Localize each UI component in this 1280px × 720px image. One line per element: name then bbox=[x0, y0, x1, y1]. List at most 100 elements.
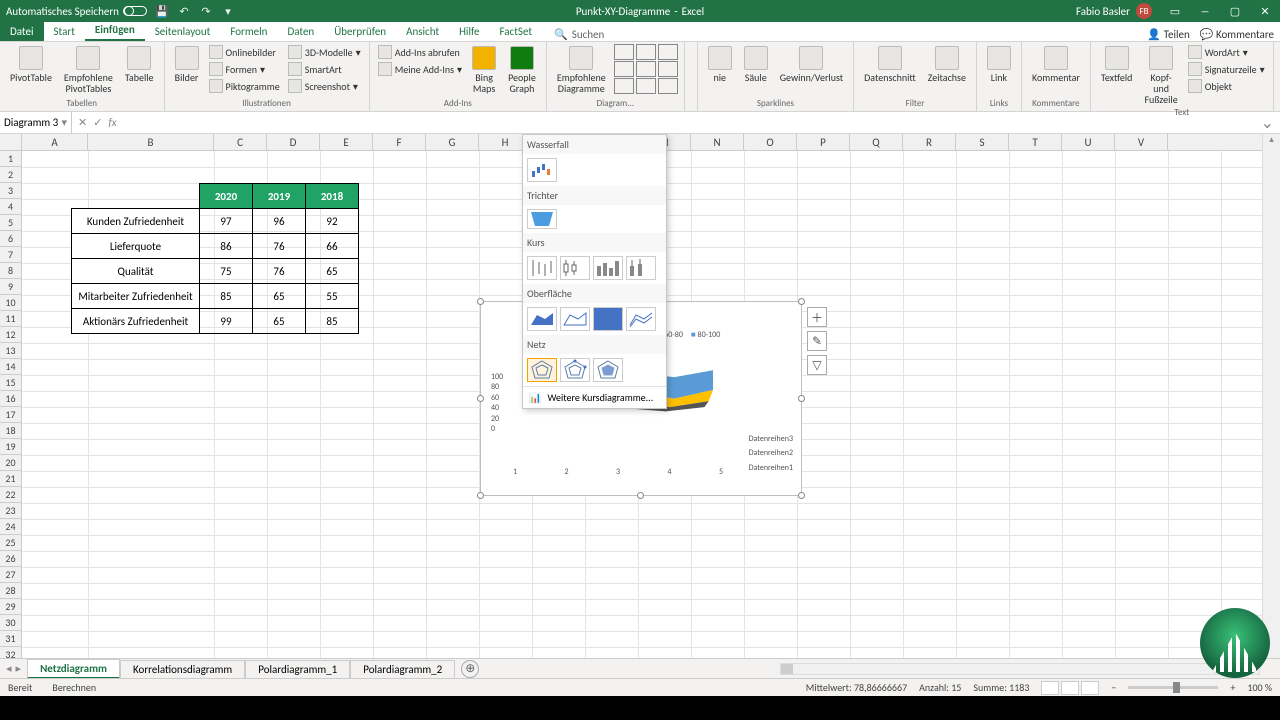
zoom-slider[interactable] bbox=[1128, 686, 1218, 689]
tab-ueberpruefen[interactable]: Überprüfen bbox=[324, 22, 396, 41]
more-charts-link[interactable]: 📊Weitere Kursdiagramme... bbox=[523, 386, 666, 408]
get-addins-button[interactable]: Add-Ins abrufen bbox=[376, 44, 462, 60]
wordart-button[interactable]: WordArt ▾ bbox=[1186, 44, 1250, 60]
row-header-26[interactable]: 26 bbox=[0, 551, 21, 567]
row-header-22[interactable]: 22 bbox=[0, 487, 21, 503]
sheet-polar-1[interactable]: Polardiagramm_1 bbox=[245, 660, 350, 678]
surface-thumb-3[interactable] bbox=[593, 307, 623, 331]
col-header-A[interactable]: A bbox=[22, 134, 88, 150]
sheet-next-icon[interactable]: ▸ bbox=[16, 662, 22, 675]
row-header-8[interactable]: 8 bbox=[0, 263, 21, 279]
row-qualitaet[interactable]: Qualität bbox=[72, 259, 200, 284]
row-header-20[interactable]: 20 bbox=[0, 455, 21, 471]
rec-pivot-button[interactable]: Empfohlene PivotTables bbox=[60, 44, 117, 96]
row-mitarbeiter[interactable]: Mitarbeiter Zufriedenheit bbox=[72, 284, 200, 309]
pictures-button[interactable]: Bilder bbox=[171, 44, 203, 85]
row-header-28[interactable]: 28 bbox=[0, 583, 21, 599]
row-header-9[interactable]: 9 bbox=[0, 279, 21, 295]
view-pagebreak-icon[interactable] bbox=[1081, 681, 1099, 695]
row-header-14[interactable]: 14 bbox=[0, 359, 21, 375]
col-header-R[interactable]: R bbox=[903, 134, 956, 150]
row-liefer[interactable]: Lieferquote bbox=[72, 234, 200, 259]
row-header-13[interactable]: 13 bbox=[0, 343, 21, 359]
row-kunden[interactable]: Kunden Zufriedenheit bbox=[72, 209, 200, 234]
fx-icon[interactable]: fx bbox=[108, 116, 120, 129]
row-header-11[interactable]: 11 bbox=[0, 311, 21, 327]
row-header-10[interactable]: 10 bbox=[0, 295, 21, 311]
radar-thumb-1[interactable] bbox=[527, 358, 557, 382]
row-header-31[interactable]: 31 bbox=[0, 631, 21, 647]
surface-thumb-2[interactable] bbox=[560, 307, 590, 331]
col-header-F[interactable]: F bbox=[373, 134, 426, 150]
waterfall-thumb[interactable] bbox=[527, 158, 557, 182]
shapes-button[interactable]: Formen ▾ bbox=[207, 61, 267, 77]
chart-map-icon[interactable] bbox=[614, 78, 634, 94]
surface-thumb-4[interactable] bbox=[626, 307, 656, 331]
row-header-21[interactable]: 21 bbox=[0, 471, 21, 487]
autosave-toggle[interactable]: Automatisches Speichern bbox=[6, 5, 147, 18]
share-button[interactable]: 👤 Teilen bbox=[1147, 28, 1189, 41]
link-button[interactable]: Link bbox=[983, 44, 1015, 85]
add-sheet-button[interactable]: ⊕ bbox=[461, 660, 479, 678]
header-footer-button[interactable]: Kopf- und Fußzeile bbox=[1140, 44, 1181, 107]
col-2019[interactable]: 2019 bbox=[253, 184, 306, 209]
funnel-thumb[interactable] bbox=[527, 209, 557, 229]
col-header-U[interactable]: U bbox=[1062, 134, 1115, 150]
textbox-button[interactable]: Textfeld bbox=[1097, 44, 1137, 85]
comments-button[interactable]: 💬 Kommentare bbox=[1200, 28, 1274, 41]
sheet-polar-2[interactable]: Polardiagramm_2 bbox=[350, 660, 455, 678]
signature-button[interactable]: Signaturzeile ▾ bbox=[1186, 61, 1267, 77]
tab-hilfe[interactable]: Hilfe bbox=[449, 22, 489, 41]
3d-models-button[interactable]: 3D-Modelle ▾ bbox=[286, 44, 363, 60]
radar-thumb-2[interactable] bbox=[560, 358, 590, 382]
chart-scatter-icon[interactable] bbox=[658, 61, 678, 77]
zoom-out-icon[interactable]: − bbox=[1111, 681, 1116, 694]
stock-thumb-4[interactable] bbox=[626, 256, 656, 280]
chart-add-element-icon[interactable]: ＋ bbox=[807, 307, 827, 327]
table-button[interactable]: Tabelle bbox=[121, 44, 158, 85]
rec-charts-button[interactable]: Empfohlene Diagramme bbox=[553, 44, 610, 96]
tab-einfuegen[interactable]: Einfügen bbox=[85, 20, 145, 41]
col-header-Q[interactable]: Q bbox=[850, 134, 903, 150]
pivottable-button[interactable]: PivotTable bbox=[6, 44, 56, 85]
tab-daten[interactable]: Daten bbox=[277, 22, 324, 41]
comment-button[interactable]: Kommentar bbox=[1028, 44, 1084, 85]
save-icon[interactable]: 💾 bbox=[155, 4, 169, 18]
col-header-S[interactable]: S bbox=[956, 134, 1009, 150]
row-header-15[interactable]: 15 bbox=[0, 375, 21, 391]
name-box[interactable]: Diagramm 3▾ bbox=[0, 112, 72, 133]
my-addins-button[interactable]: Meine Add-Ins ▾ bbox=[376, 61, 464, 77]
undo-icon[interactable]: ↶ bbox=[177, 4, 191, 18]
row-header-16[interactable]: 16 bbox=[0, 391, 21, 407]
chart-column-icon[interactable] bbox=[614, 44, 634, 60]
close-icon[interactable]: ✕ bbox=[1250, 0, 1280, 22]
radar-thumb-3[interactable] bbox=[593, 358, 623, 382]
sparkline-line-button[interactable]: nie bbox=[704, 44, 736, 85]
row-header-2[interactable]: 2 bbox=[0, 167, 21, 183]
col-header-G[interactable]: G bbox=[426, 134, 479, 150]
row-header-5[interactable]: 5 bbox=[0, 215, 21, 231]
row-header-4[interactable]: 4 bbox=[0, 199, 21, 215]
stock-thumb-2[interactable] bbox=[560, 256, 590, 280]
row-header-1[interactable]: 1 bbox=[0, 151, 21, 167]
timeline-button[interactable]: Zeitachse bbox=[924, 44, 970, 85]
fx-accept-icon[interactable]: ✓ bbox=[93, 116, 102, 129]
row-header-25[interactable]: 25 bbox=[0, 535, 21, 551]
chart-stock-icon[interactable] bbox=[636, 78, 656, 94]
row-header-24[interactable]: 24 bbox=[0, 519, 21, 535]
slicer-button[interactable]: Datenschnitt bbox=[860, 44, 920, 85]
row-header-29[interactable]: 29 bbox=[0, 599, 21, 615]
row-header-23[interactable]: 23 bbox=[0, 503, 21, 519]
chart-line-icon[interactable] bbox=[636, 44, 656, 60]
smartart-button[interactable]: SmartArt bbox=[286, 61, 344, 77]
vertical-scrollbar[interactable]: ▴ bbox=[1262, 134, 1280, 658]
horizontal-scrollbar[interactable] bbox=[780, 663, 1260, 675]
surface-thumb-1[interactable] bbox=[527, 307, 557, 331]
sheet-korrelation[interactable]: Korrelationsdiagramm bbox=[120, 660, 245, 678]
row-header-17[interactable]: 17 bbox=[0, 407, 21, 423]
avatar[interactable]: FB bbox=[1136, 3, 1152, 19]
col-header-N[interactable]: N bbox=[691, 134, 744, 150]
people-graph-button[interactable]: People Graph bbox=[504, 44, 540, 96]
row-header-27[interactable]: 27 bbox=[0, 567, 21, 583]
sparkline-column-button[interactable]: Säule bbox=[740, 44, 772, 85]
